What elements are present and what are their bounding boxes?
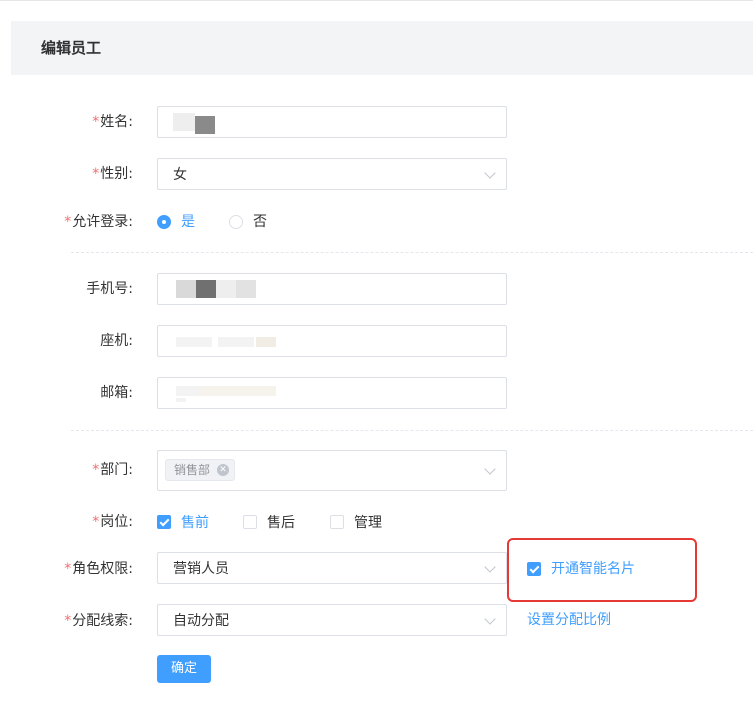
landline-input[interactable] <box>157 325 507 357</box>
gender-select[interactable]: 女 <box>157 158 507 190</box>
redacted-text <box>216 280 236 298</box>
position-management-label[interactable]: 管理 <box>354 513 382 533</box>
allow-login-no-label[interactable]: 否 <box>253 212 267 232</box>
role-value: 营销人员 <box>173 561 229 577</box>
smart-card-label[interactable]: 开通智能名片 <box>551 559 635 579</box>
lead-assign-value: 自动分配 <box>173 613 229 629</box>
phone-label: 手机号: <box>86 281 133 297</box>
redacted-text <box>200 386 276 396</box>
section-divider <box>71 430 753 431</box>
position-label: *岗位: <box>92 514 133 530</box>
top-divider <box>0 0 753 1</box>
redacted-text <box>236 280 256 298</box>
chevron-down-icon <box>484 463 496 475</box>
page-header: 编辑员工 <box>11 21 753 75</box>
allow-login-yes-label[interactable]: 是 <box>181 212 195 232</box>
redacted-text <box>218 337 254 347</box>
role-label: *角色权限: <box>64 561 133 577</box>
redacted-text <box>195 116 215 134</box>
chevron-down-icon <box>484 613 496 625</box>
allow-login-no-radio[interactable] <box>229 215 243 229</box>
redacted-text <box>256 337 276 347</box>
lead-assign-select[interactable]: 自动分配 <box>157 604 507 636</box>
redacted-text <box>176 337 212 347</box>
allow-login-yes-radio[interactable] <box>157 215 171 229</box>
gender-value: 女 <box>173 167 187 183</box>
section-divider <box>71 252 753 253</box>
phone-input[interactable] <box>157 273 507 305</box>
department-tag: 销售部 ✕ <box>165 459 236 481</box>
required-mark: * <box>92 166 100 182</box>
required-mark: * <box>92 114 100 130</box>
chevron-down-icon <box>484 167 496 179</box>
allow-login-label: *允许登录: <box>64 214 133 230</box>
gender-label: *性别: <box>92 166 133 182</box>
smart-card-checkbox[interactable] <box>527 562 541 576</box>
required-mark: * <box>64 613 72 629</box>
lead-assign-label: *分配线索: <box>64 613 133 629</box>
redacted-text <box>176 386 200 396</box>
position-aftersales-checkbox[interactable] <box>243 515 257 529</box>
position-presales-checkbox[interactable] <box>157 515 171 529</box>
department-tag-label: 销售部 <box>174 463 211 477</box>
redacted-text <box>176 280 196 298</box>
required-mark: * <box>92 514 100 530</box>
position-presales-label[interactable]: 售前 <box>181 513 209 533</box>
close-icon[interactable]: ✕ <box>217 464 230 476</box>
role-select[interactable]: 营销人员 <box>157 552 507 584</box>
email-input[interactable] <box>157 377 507 409</box>
redacted-text <box>173 113 195 131</box>
position-management-checkbox[interactable] <box>330 515 344 529</box>
required-mark: * <box>92 462 100 478</box>
set-assign-ratio-link[interactable]: 设置分配比例 <box>527 610 611 630</box>
email-label: 邮箱: <box>100 385 133 401</box>
confirm-button[interactable]: 确定 <box>157 655 211 683</box>
page-title: 编辑员工 <box>41 39 102 57</box>
redacted-text <box>176 398 186 402</box>
name-input[interactable] <box>157 106 507 138</box>
landline-label: 座机: <box>100 333 133 349</box>
department-label: *部门: <box>92 462 133 478</box>
name-label: *姓名: <box>92 114 133 130</box>
required-mark: * <box>64 214 72 230</box>
position-aftersales-label[interactable]: 售后 <box>267 513 295 533</box>
required-mark: * <box>64 561 72 577</box>
redacted-text <box>196 280 216 298</box>
chevron-down-icon <box>484 561 496 573</box>
